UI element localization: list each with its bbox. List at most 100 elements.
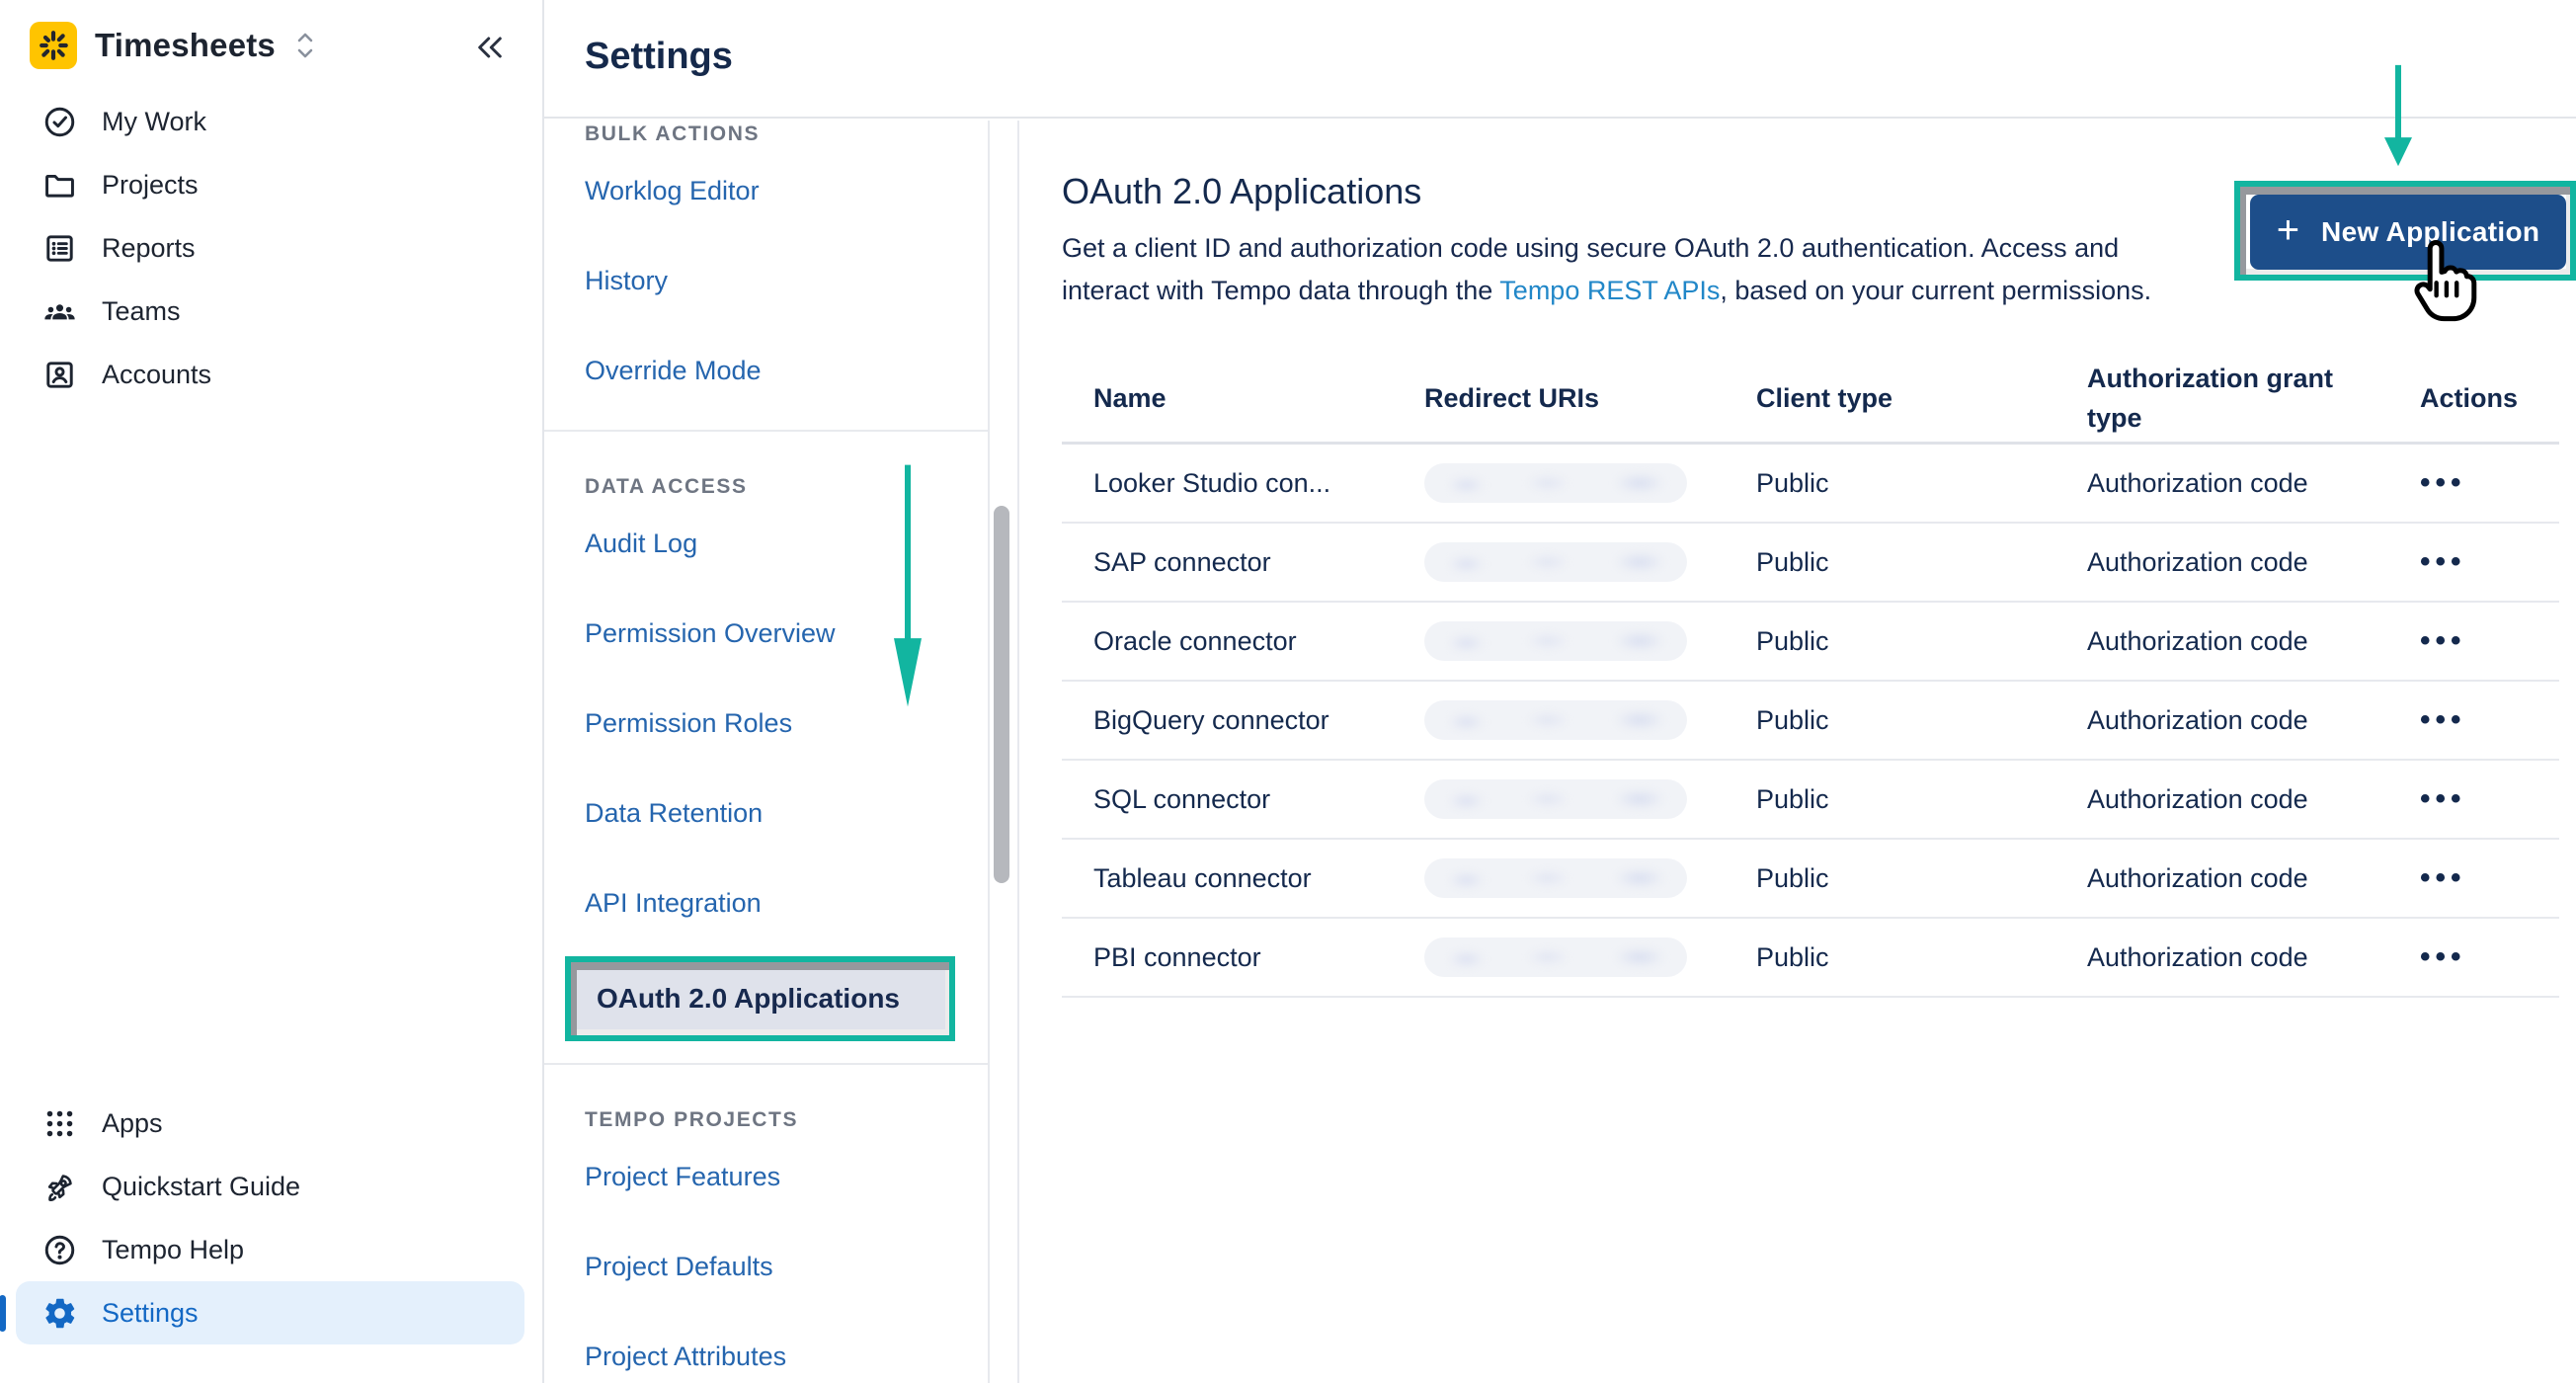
apps-grid-icon: [41, 1105, 78, 1142]
sidebar-item-label: Projects: [102, 170, 199, 201]
cell-redirect-uri: [1393, 858, 1725, 898]
sidebar-item-projects[interactable]: Projects: [0, 153, 542, 216]
account-badge-icon: [41, 357, 78, 393]
section-description: Get a client ID and authorization code u…: [1062, 227, 2385, 312]
sidebar-item-reports[interactable]: Reports: [0, 216, 542, 280]
annotation-arrow-to-button: [2380, 63, 2416, 168]
cell-redirect-uri: [1393, 542, 1725, 582]
cell-client-type: Public: [1725, 705, 2055, 736]
settings-nav-active-link[interactable]: OAuth 2.0 Applications: [597, 983, 900, 1015]
row-actions-menu-button[interactable]: •••: [2388, 624, 2559, 658]
settings-nav-scrollbar[interactable]: [994, 506, 1009, 883]
cell-app-name: SAP connector: [1062, 547, 1393, 578]
app-title: Timesheets: [95, 27, 276, 64]
redacted-redirect-uri-blur: [1424, 463, 1687, 503]
row-actions-menu-button[interactable]: •••: [2388, 782, 2559, 816]
row-actions-menu-button[interactable]: •••: [2388, 545, 2559, 579]
redacted-redirect-uri-blur: [1424, 542, 1687, 582]
hand-cursor-icon: [2400, 239, 2477, 326]
redacted-redirect-uri-blur: [1424, 937, 1687, 977]
cell-grant-type: Authorization code: [2055, 626, 2388, 657]
row-actions-menu-button[interactable]: •••: [2388, 466, 2559, 500]
sidebar-item-label: Settings: [102, 1298, 199, 1329]
sidebar-item-tempo-help[interactable]: Tempo Help: [0, 1218, 542, 1281]
sidebar-item-label: My Work: [102, 107, 206, 137]
cell-client-type: Public: [1725, 468, 2055, 499]
annotation-arrow-in-nav: [890, 460, 926, 711]
report-list-icon: [41, 230, 78, 267]
sidebar-item-label: Apps: [102, 1108, 163, 1139]
description-text: interact with Tempo data through the: [1062, 276, 1499, 305]
tempo-logo: [30, 22, 77, 69]
cell-grant-type: Authorization code: [2055, 863, 2388, 894]
rocket-icon: [41, 1169, 78, 1205]
nav-section-tempo-projects: TEMPO PROJECTS: [544, 1065, 988, 1132]
table-row: BigQuery connector Public Authorization …: [1062, 682, 2559, 761]
check-circle-icon: [41, 104, 78, 140]
app-switcher[interactable]: Timesheets: [30, 22, 317, 69]
settings-nav-link[interactable]: Data Retention: [544, 769, 988, 858]
sidebar-item-my-work[interactable]: My Work: [0, 90, 542, 153]
row-actions-menu-button[interactable]: •••: [2388, 703, 2559, 737]
sidebar-footer-nav: Apps Quickstart Guide Tempo Help Setting…: [0, 1092, 542, 1344]
sidebar-item-apps[interactable]: Apps: [0, 1092, 542, 1155]
sidebar-item-label: Teams: [102, 296, 181, 327]
column-header-grant-type: Authorization grant type: [2055, 359, 2388, 438]
cell-app-name: PBI connector: [1062, 942, 1393, 973]
nav-group-tempo-projects: Project FeaturesProject DefaultsProject …: [544, 1132, 988, 1383]
settings-nav-link[interactable]: Worklog Editor: [544, 146, 988, 236]
sidebar-item-teams[interactable]: Teams: [0, 280, 542, 343]
tempo-rest-apis-link[interactable]: Tempo REST APIs: [1499, 276, 1720, 305]
cell-redirect-uri: [1393, 463, 1725, 503]
chevron-updown-icon[interactable]: [293, 29, 317, 62]
sidebar-item-label: Tempo Help: [102, 1235, 244, 1265]
sidebar-collapse-icon[interactable]: [472, 32, 508, 63]
cell-grant-type: Authorization code: [2055, 705, 2388, 736]
cell-app-name: Oracle connector: [1062, 626, 1393, 657]
redacted-redirect-uri-blur: [1424, 779, 1687, 819]
app-sidebar: Timesheets My Work Projects Reports Team…: [0, 0, 544, 1383]
settings-nav: BULK ACTIONS Worklog EditorHistoryOverri…: [544, 121, 990, 1383]
settings-nav-link[interactable]: Project Defaults: [544, 1222, 988, 1312]
cell-redirect-uri: [1393, 700, 1725, 740]
column-header-redirect-uris: Redirect URIs: [1393, 378, 1725, 418]
nav-section-bulk-actions: BULK ACTIONS: [544, 121, 988, 146]
table-row: Tableau connector Public Authorization c…: [1062, 840, 2559, 919]
nav-item-oauth-applications-annotated[interactable]: OAuth 2.0 Applications: [565, 956, 955, 1041]
row-actions-menu-button[interactable]: •••: [2388, 861, 2559, 895]
table-row: SQL connector Public Authorization code …: [1062, 761, 2559, 840]
settings-nav-link[interactable]: History: [544, 236, 988, 326]
cell-client-type: Public: [1725, 784, 2055, 815]
column-header-actions: Actions: [2388, 378, 2559, 418]
cell-client-type: Public: [1725, 863, 2055, 894]
table-header-row: Name Redirect URIs Client type Authoriza…: [1062, 354, 2559, 445]
sidebar-item-accounts[interactable]: Accounts: [0, 343, 542, 406]
row-actions-menu-button[interactable]: •••: [2388, 940, 2559, 974]
sidebar-item-settings[interactable]: Settings: [16, 1281, 524, 1344]
description-text: Get a client ID and authorization code u…: [1062, 233, 2119, 263]
sidebar-item-quickstart-guide[interactable]: Quickstart Guide: [0, 1155, 542, 1218]
settings-nav-link[interactable]: Override Mode: [544, 326, 988, 416]
nav-group-bulk-actions: Worklog EditorHistoryOverride Mode: [544, 146, 988, 416]
cell-client-type: Public: [1725, 626, 2055, 657]
cell-app-name: SQL connector: [1062, 784, 1393, 815]
sidebar-item-label: Accounts: [102, 360, 211, 390]
oauth-applications-table: Name Redirect URIs Client type Authoriza…: [1062, 354, 2559, 998]
cell-client-type: Public: [1725, 942, 2055, 973]
settings-nav-link[interactable]: Project Attributes: [544, 1312, 988, 1383]
cell-app-name: Looker Studio con...: [1062, 468, 1393, 499]
cell-grant-type: Authorization code: [2055, 547, 2388, 578]
cell-app-name: Tableau connector: [1062, 863, 1393, 894]
settings-nav-link[interactable]: API Integration: [544, 858, 988, 948]
sidebar-main-nav: My Work Projects Reports Teams Accounts: [0, 90, 542, 406]
table-row: Looker Studio con... Public Authorizatio…: [1062, 445, 2559, 524]
settings-nav-link[interactable]: Project Features: [544, 1132, 988, 1222]
page-title: Settings: [585, 36, 733, 78]
table-row: PBI connector Public Authorization code …: [1062, 919, 2559, 998]
cell-app-name: BigQuery connector: [1062, 705, 1393, 736]
redacted-redirect-uri-blur: [1424, 700, 1687, 740]
cell-redirect-uri: [1393, 621, 1725, 661]
main-content: OAuth 2.0 Applications Get a client ID a…: [1017, 121, 2576, 1383]
folder-icon: [41, 167, 78, 203]
description-text: , based on your current permissions.: [1720, 276, 2151, 305]
